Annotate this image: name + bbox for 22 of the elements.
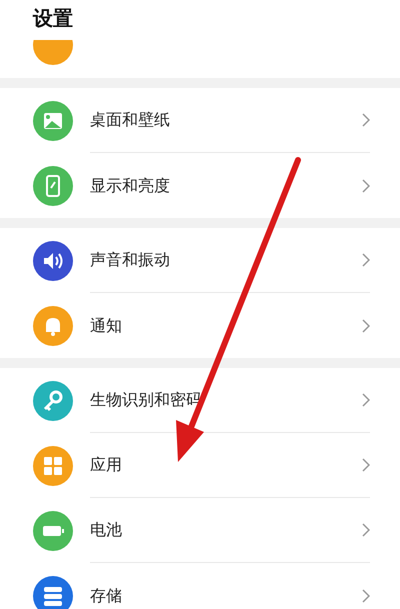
- item-label: 显示和亮度: [90, 174, 171, 196]
- settings-item[interactable]: 桌面和壁纸: [0, 88, 400, 153]
- settings-item[interactable]: 存储: [0, 563, 400, 609]
- settings-item[interactable]: 电池: [0, 498, 400, 563]
- chevron-icon: [362, 253, 370, 267]
- chevron-icon: [362, 113, 370, 127]
- settings-item[interactable]: 通知: [0, 293, 400, 358]
- chevron-icon: [362, 393, 370, 407]
- chevron-icon: [362, 318, 370, 332]
- chevron-icon: [362, 178, 370, 192]
- chevron-icon: [362, 458, 370, 472]
- chevron-icon: [362, 523, 370, 537]
- item-label: 电池: [90, 519, 123, 541]
- item-label: 应用: [90, 454, 123, 476]
- page-title: 设置: [33, 4, 73, 32]
- item-label: 存储: [90, 584, 123, 606]
- item-label: 桌面和壁纸: [90, 109, 171, 131]
- chevron-icon: [362, 588, 370, 602]
- settings-item[interactable]: 声音和振动: [0, 228, 400, 293]
- item-label: 通知: [90, 314, 123, 336]
- settings-item[interactable]: 显示和亮度: [0, 153, 400, 218]
- item-label: 声音和振动: [90, 249, 171, 271]
